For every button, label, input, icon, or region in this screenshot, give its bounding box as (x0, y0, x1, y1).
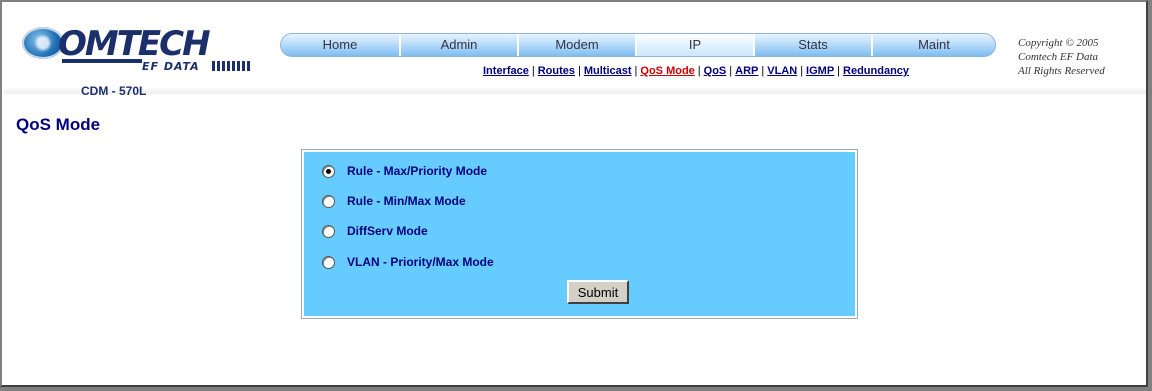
page: OMTECH EF DATA CDM - 570L Home Admin Mod… (4, 4, 1146, 385)
logo-subtext: EF DATA (142, 60, 200, 73)
option-label: VLAN - Priority/Max Mode (347, 255, 494, 269)
subnav-separator: | (729, 65, 733, 77)
qos-mode-form: Rule - Max/Priority Mode Rule - Min/Max … (301, 149, 858, 319)
header: OMTECH EF DATA CDM - 570L Home Admin Mod… (4, 4, 1146, 98)
qos-option-vlan-priority-max[interactable]: VLAN - Priority/Max Mode (322, 253, 494, 271)
subnav-link-arp[interactable]: ARP (735, 65, 758, 77)
subnav-separator: | (800, 65, 804, 77)
radio-button[interactable] (322, 255, 335, 269)
subnav-link-redundancy[interactable]: Redundancy (843, 65, 909, 77)
submit-button[interactable]: Submit (567, 280, 629, 304)
tab-ip[interactable]: IP (637, 34, 755, 56)
subnav-link-interface[interactable]: Interface (483, 65, 529, 77)
qos-option-rule-min-max[interactable]: Rule - Min/Max Mode (322, 192, 466, 210)
copyright: Copyright © 2005 Comtech EF Data All Rig… (1018, 36, 1105, 78)
subnav-separator: | (761, 65, 765, 77)
tab-stats[interactable]: Stats (755, 34, 873, 56)
radio-button[interactable] (322, 194, 335, 208)
subnav-separator: | (578, 65, 581, 77)
tab-home[interactable]: Home (281, 34, 401, 56)
copyright-line-2: Comtech EF Data (1018, 51, 1099, 63)
radio-button[interactable] (322, 164, 335, 178)
tab-maint[interactable]: Maint (873, 34, 995, 56)
qos-option-diffserv[interactable]: DiffServ Mode (322, 222, 428, 240)
radio-button[interactable] (322, 224, 335, 238)
copyright-line-1: Copyright © 2005 (1018, 37, 1099, 49)
comtech-logo: OMTECH EF DATA (22, 24, 262, 76)
subnav-link-multicast[interactable]: Multicast (584, 65, 632, 77)
option-label: DiffServ Mode (347, 224, 428, 238)
subnav-link-qos-mode[interactable]: QoS Mode (640, 65, 694, 77)
page-title: QoS Mode (16, 115, 101, 134)
subnav-separator: | (837, 65, 841, 77)
logo-text: OMTECH (58, 24, 211, 64)
model-name: CDM - 570L (81, 84, 147, 98)
tab-admin[interactable]: Admin (401, 34, 519, 56)
option-label: Rule - Max/Priority Mode (347, 164, 488, 178)
copyright-line-3: All Rights Reserved (1018, 65, 1105, 77)
option-label: Rule - Min/Max Mode (347, 194, 466, 208)
main-nav: Home Admin Modem IP Stats Maint (280, 33, 996, 57)
subnav-link-igmp[interactable]: IGMP (806, 65, 834, 77)
browser-frame: OMTECH EF DATA CDM - 570L Home Admin Mod… (0, 0, 1148, 387)
subnav-separator: | (697, 65, 701, 77)
subnav-link-qos[interactable]: QoS (704, 65, 727, 77)
subnav-separator: | (634, 65, 638, 77)
subnav-separator: | (531, 65, 535, 77)
sub-nav: Interface | Routes | Multicast | QoS Mode | QoS |… (483, 65, 909, 77)
subnav-link-vlan[interactable]: VLAN (767, 65, 797, 77)
subnav-link-routes[interactable]: Routes (538, 65, 575, 77)
qos-option-rule-max-priority[interactable]: Rule - Max/Priority Mode (322, 162, 487, 180)
logo-bars-icon (212, 61, 252, 71)
tab-modem[interactable]: Modem (519, 34, 637, 56)
logo-underline (62, 59, 142, 63)
